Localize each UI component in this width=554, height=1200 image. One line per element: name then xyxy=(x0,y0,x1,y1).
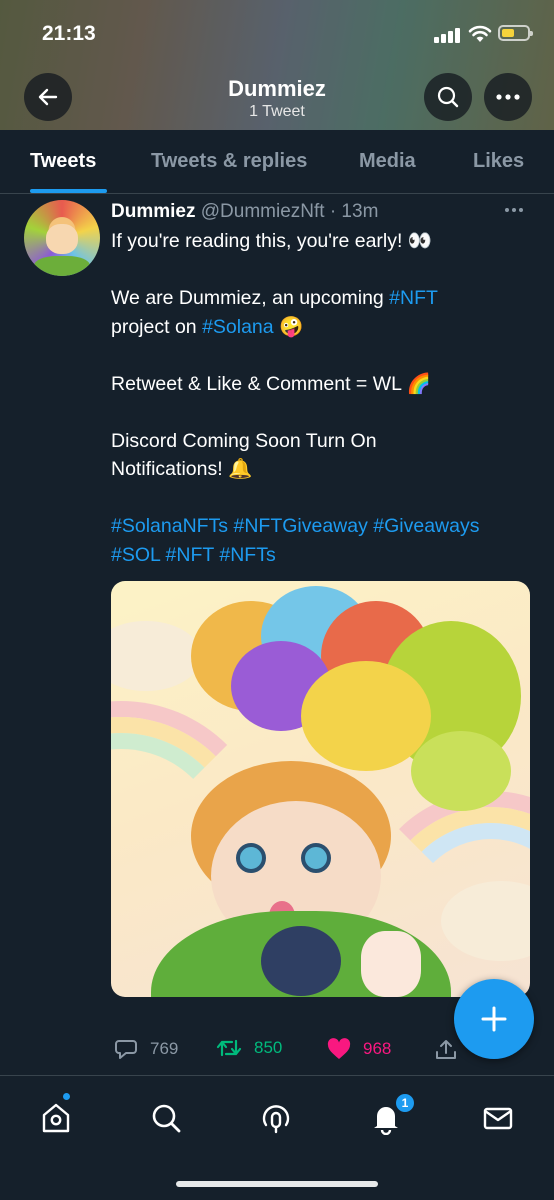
cellular-signal-icon xyxy=(434,27,460,43)
tweet-line: Notifications! 🔔 xyxy=(111,458,253,480)
tweet-line: Discord Coming Soon Turn On xyxy=(111,429,377,452)
nav-home[interactable] xyxy=(36,1098,76,1138)
more-icon xyxy=(496,94,520,100)
nav-messages[interactable] xyxy=(478,1098,518,1138)
status-time: 21:13 xyxy=(42,22,96,45)
share-icon xyxy=(436,1040,456,1059)
spaces-icon xyxy=(262,1105,290,1134)
tab-tweets[interactable]: Tweets xyxy=(30,150,96,173)
mail-icon xyxy=(483,1107,513,1130)
hashtag-link[interactable]: #Solana xyxy=(202,316,274,338)
status-bar: 21:13 xyxy=(0,0,554,66)
reply-icon xyxy=(115,1040,137,1059)
notification-badge: 1 xyxy=(394,1092,416,1114)
hashtag-link[interactable]: #NFT xyxy=(389,287,438,309)
reply-count: 769 xyxy=(150,1039,179,1058)
tab-media[interactable]: Media xyxy=(359,150,416,173)
hashtag-links[interactable]: #SolanaNFTs #NFTGiveaway #Giveaways xyxy=(111,512,536,541)
tweet-text: If you're reading this, you're early! 👀 … xyxy=(111,227,536,569)
tweet-actions: 769 850 968 xyxy=(111,1032,471,1068)
tab-likes[interactable]: Likes xyxy=(473,150,524,173)
tweet-line: project on #Solana 🤪 xyxy=(111,315,304,338)
compose-tweet-button[interactable] xyxy=(454,979,534,1059)
plus-icon xyxy=(481,1006,507,1032)
avatar[interactable] xyxy=(24,200,100,276)
retweet-icon xyxy=(216,1039,242,1057)
tweet-line: We are Dummiez, an upcoming #NFT xyxy=(111,287,438,309)
heart-icon xyxy=(327,1038,351,1059)
tweet-line: If you're reading this, you're early! 👀 xyxy=(111,230,433,252)
home-unread-dot xyxy=(62,1092,71,1101)
tweet-author-name[interactable]: Dummiez xyxy=(111,201,195,222)
share-button[interactable] xyxy=(434,1038,458,1062)
nav-spaces[interactable] xyxy=(256,1098,296,1138)
tab-tweets-replies[interactable]: Tweets & replies xyxy=(151,150,307,173)
home-indicator xyxy=(176,1181,378,1187)
tweet-header: Dummiez @DummiezNft · 13m xyxy=(111,201,378,223)
like-button[interactable]: 968 xyxy=(327,1038,391,1060)
explore-icon xyxy=(152,1104,181,1133)
search-button[interactable] xyxy=(424,73,472,121)
tweet-count: 1 Tweet xyxy=(249,103,305,120)
tweet-image[interactable] xyxy=(111,581,530,997)
home-icon xyxy=(42,1103,70,1133)
hashtag-links[interactable]: #SOL #NFT #NFTs xyxy=(111,541,536,570)
wifi-icon xyxy=(468,24,492,44)
battery-icon xyxy=(498,25,533,41)
retweet-count: 850 xyxy=(254,1038,283,1057)
tweet-more-icon[interactable] xyxy=(505,208,523,212)
active-tab-indicator xyxy=(30,189,107,193)
profile-tabs: Tweets Tweets & replies Media Likes xyxy=(0,130,554,194)
reply-button[interactable]: 769 xyxy=(114,1038,178,1060)
retweet-button[interactable]: 850 xyxy=(216,1038,282,1058)
tweet-line: Retweet & Like & Comment = WL 🌈 xyxy=(111,372,431,395)
tweet-timestamp: · 13m xyxy=(329,201,379,222)
nav-explore[interactable] xyxy=(146,1098,186,1138)
like-count: 968 xyxy=(363,1039,392,1058)
tweet-author-handle[interactable]: @DummiezNft xyxy=(201,201,325,222)
more-button[interactable] xyxy=(484,73,532,121)
search-icon xyxy=(437,86,459,108)
